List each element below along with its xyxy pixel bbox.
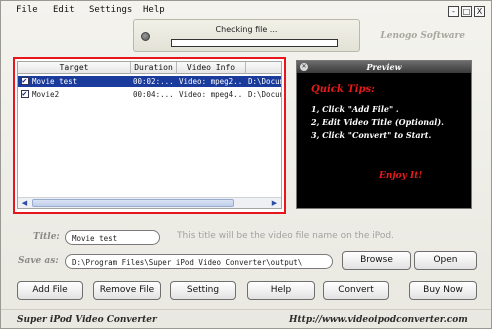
row-checkbox[interactable] — [21, 89, 29, 98]
column-duration[interactable]: Duration — [131, 63, 176, 72]
menu-file[interactable]: File — [16, 5, 38, 15]
title-label: Title: — [33, 232, 60, 242]
column-video-info[interactable]: Video Info — [177, 63, 245, 72]
scroll-thumb[interactable] — [32, 199, 234, 207]
footer-divider — [1, 309, 491, 310]
progress-bar — [171, 39, 338, 47]
row-video-info: Video: mpeg2... — [179, 77, 243, 86]
convert-button[interactable]: Convert — [323, 281, 389, 300]
tip-line: 3, Click "Convert" to Start. — [311, 130, 432, 140]
column-target[interactable]: Target — [18, 63, 130, 72]
status-text: Checking file ... — [215, 25, 278, 34]
save-as-label: Save as: — [18, 256, 59, 266]
file-list[interactable]: Target Duration Video Info Movie test 00… — [17, 61, 282, 209]
setting-button[interactable]: Setting — [170, 281, 236, 300]
quick-tips-title: Quick Tips: — [311, 84, 375, 95]
row-target: Movie2 — [32, 90, 60, 99]
close-button[interactable]: X — [474, 6, 485, 17]
row-path: D:\Docume — [248, 77, 281, 86]
file-list-header: Target Duration Video Info — [18, 62, 281, 74]
column-divider — [245, 62, 246, 74]
minimize-button[interactable]: - — [448, 6, 459, 17]
row-target: Movie test — [32, 77, 78, 86]
app-window: File Edit Settings Help Checking file ..… — [0, 0, 492, 329]
preview-panel: ✕ Preview Quick Tips: 1, Click "Add File… — [296, 60, 472, 209]
table-row[interactable]: Movie test 00:02:... Video: mpeg2... D:\… — [18, 76, 281, 87]
brand-label: Lenogo Software — [380, 31, 465, 41]
row-duration: 00:02:... — [133, 77, 174, 86]
row-video-info: Video: mpeg4... — [179, 90, 243, 99]
table-row[interactable]: Movie2 00:04:... Video: mpeg4... D:\Docu… — [18, 89, 281, 100]
tip-line: 1, Click "Add File" . — [311, 104, 399, 114]
website-link[interactable]: Http://www.videoipodconverter.com — [289, 315, 468, 325]
menu-help[interactable]: Help — [143, 5, 165, 15]
buy-now-button[interactable]: Buy Now — [409, 281, 477, 300]
menu-bar: File Edit Settings Help — [1, 1, 491, 19]
title-input[interactable]: Movie test — [65, 230, 160, 245]
menu-settings[interactable]: Settings — [89, 5, 132, 15]
open-button[interactable]: Open — [414, 251, 477, 270]
preview-title: Preview — [366, 62, 402, 72]
row-checkbox[interactable] — [21, 76, 29, 85]
file-list-panel: Target Duration Video Info Movie test 00… — [13, 57, 286, 214]
enjoy-label: Enjoy It! — [379, 171, 423, 181]
save-path-input[interactable]: D:\Program Files\Super iPod Video Conver… — [65, 254, 333, 269]
remove-file-button[interactable]: Remove File — [93, 281, 161, 300]
row-duration: 00:04:... — [133, 90, 174, 99]
maximize-button[interactable]: □ — [461, 6, 472, 17]
scroll-right-icon[interactable]: ▶ — [270, 199, 279, 207]
help-button[interactable]: Help — [247, 281, 315, 300]
preview-header: ✕ Preview — [297, 61, 471, 73]
status-panel: Checking file ... — [133, 19, 360, 52]
scroll-left-icon[interactable]: ◀ — [20, 199, 29, 207]
menu-edit[interactable]: Edit — [53, 5, 75, 15]
window-controls: - □ X — [446, 6, 485, 17]
horizontal-scrollbar[interactable]: ◀ ▶ — [18, 197, 281, 208]
add-file-button[interactable]: Add File — [17, 281, 83, 300]
browse-button[interactable]: Browse — [342, 251, 411, 270]
title-hint: This title will be the video file name o… — [177, 231, 394, 241]
tip-line: 2, Edit Video Title (Optional). — [311, 117, 444, 127]
row-path: D:\Docume — [248, 90, 281, 99]
app-name: Super iPod Video Converter — [17, 315, 157, 325]
